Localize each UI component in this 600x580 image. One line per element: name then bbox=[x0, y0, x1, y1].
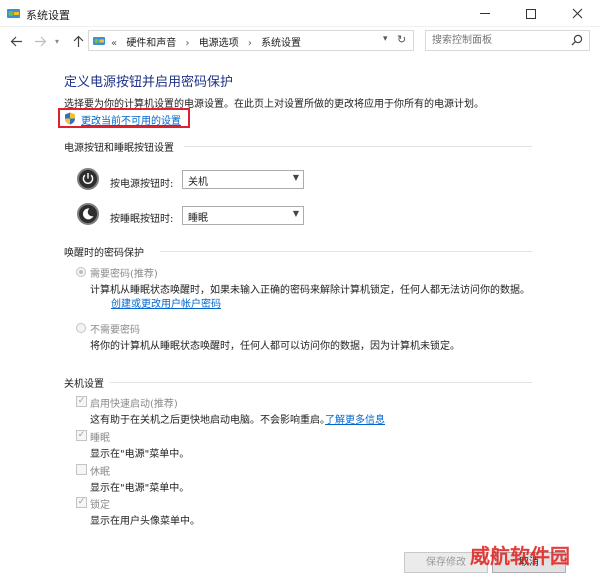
breadcrumb-overflow-icon[interactable]: « bbox=[111, 38, 117, 49]
forward-button[interactable] bbox=[32, 33, 48, 49]
power-button-label: 按电源按钮时: bbox=[110, 179, 174, 190]
close-button[interactable] bbox=[554, 0, 600, 27]
sleep-button-icon bbox=[77, 203, 99, 225]
select-value: 关机 bbox=[188, 177, 208, 188]
minimize-icon bbox=[480, 13, 490, 14]
lock-option-description: 显示在用户头像菜单中。 bbox=[90, 516, 200, 527]
maximize-icon bbox=[526, 8, 536, 19]
no-password-radio[interactable] bbox=[76, 323, 86, 333]
breadcrumb: « 硬件和声音 › 电源选项 › 系统设置 bbox=[111, 34, 307, 49]
checkmark-icon: ✓ bbox=[77, 497, 86, 507]
up-arrow-icon bbox=[73, 35, 83, 47]
control-panel-icon bbox=[7, 9, 20, 18]
checkmark-icon: ✓ bbox=[77, 430, 86, 440]
require-password-radio[interactable] bbox=[76, 267, 86, 277]
lock-checkbox[interactable]: ✓ bbox=[76, 497, 87, 508]
power-button-action-select[interactable]: 关机 ▼ bbox=[182, 170, 304, 189]
breadcrumb-separator-icon[interactable]: › bbox=[186, 38, 190, 49]
change-unavailable-settings-link[interactable]: 更改当前不可用的设置 bbox=[81, 112, 181, 127]
section-title-password: 唤醒时的密码保护 bbox=[64, 248, 144, 259]
learn-more-link[interactable]: 了解更多信息 bbox=[325, 411, 385, 426]
search-input[interactable] bbox=[426, 31, 566, 50]
hibernate-option-description: 显示在"电源"菜单中。 bbox=[90, 483, 190, 494]
uac-shield-icon bbox=[65, 112, 75, 125]
create-password-link[interactable]: 创建或更改用户帐户密码 bbox=[111, 295, 221, 310]
breadcrumb-item[interactable]: 系统设置 bbox=[261, 38, 301, 49]
sleep-option-label: 睡眠 bbox=[90, 433, 110, 444]
section-title-buttons: 电源按钮和睡眠按钮设置 bbox=[64, 143, 174, 154]
watermark: 威航软件园 bbox=[470, 544, 570, 568]
breadcrumb-separator-icon[interactable]: › bbox=[248, 38, 252, 49]
select-value: 睡眠 bbox=[188, 213, 208, 224]
up-button[interactable] bbox=[70, 33, 86, 49]
address-bar[interactable]: « 硬件和声音 › 电源选项 › 系统设置 ▾ ↻ bbox=[88, 30, 414, 51]
address-dropdown-icon[interactable]: ▾ bbox=[383, 34, 388, 44]
sleep-button-label: 按睡眠按钮时: bbox=[110, 214, 174, 225]
recent-locations-button[interactable]: ▾ bbox=[52, 33, 62, 49]
breadcrumb-item[interactable]: 硬件和声音 bbox=[126, 38, 176, 49]
fast-startup-description: 这有助于在关机之后更快地启动电脑。不会影响重启。 bbox=[90, 415, 330, 426]
require-password-description: 计算机从睡眠状态唤醒时，如果未输入正确的密码来解除计算机锁定，任何人都无法访问你… bbox=[90, 285, 530, 296]
checkmark-icon: ✓ bbox=[77, 396, 86, 406]
maximize-button[interactable] bbox=[508, 0, 554, 27]
section-title-shutdown: 关机设置 bbox=[64, 379, 104, 390]
breadcrumb-item[interactable]: 电源选项 bbox=[199, 38, 239, 49]
sleep-button-action-select[interactable]: 睡眠 ▼ bbox=[182, 206, 304, 225]
hibernate-checkbox[interactable] bbox=[76, 464, 87, 475]
hibernate-option-label: 休眠 bbox=[90, 467, 110, 478]
back-button[interactable] bbox=[8, 33, 24, 49]
power-button-icon bbox=[77, 168, 99, 190]
search-box bbox=[425, 30, 590, 51]
no-password-description: 将你的计算机从睡眠状态唤醒时，任何人都可以访问你的数据，因为计算机未锁定。 bbox=[90, 341, 460, 352]
title-bar: 系统设置 bbox=[0, 0, 600, 27]
chevron-down-icon: ▼ bbox=[292, 209, 299, 218]
search-icon[interactable] bbox=[571, 34, 583, 46]
chevron-down-icon: ▾ bbox=[54, 36, 59, 46]
control-panel-icon bbox=[93, 37, 105, 45]
sleep-option-description: 显示在"电源"菜单中。 bbox=[90, 449, 190, 460]
minimize-button[interactable] bbox=[462, 0, 508, 27]
close-icon bbox=[572, 8, 582, 19]
section-divider bbox=[160, 251, 532, 252]
forward-arrow-icon bbox=[34, 36, 46, 46]
navigation-bar: ▾ « 硬件和声音 › 电源选项 › 系统设置 ▾ ↻ bbox=[0, 27, 600, 54]
change-settings-highlight: 更改当前不可用的设置 bbox=[58, 108, 190, 128]
section-divider bbox=[184, 146, 532, 147]
window-title: 系统设置 bbox=[26, 9, 70, 22]
fast-startup-label: 启用快速启动(推荐) bbox=[90, 399, 178, 410]
section-divider bbox=[110, 382, 532, 383]
sleep-checkbox[interactable]: ✓ bbox=[76, 430, 87, 441]
chevron-down-icon: ▼ bbox=[292, 173, 299, 182]
back-arrow-icon bbox=[10, 36, 22, 46]
no-password-label: 不需要密码 bbox=[90, 325, 140, 336]
refresh-icon[interactable]: ↻ bbox=[397, 33, 406, 46]
page-title: 定义电源按钮并启用密码保护 bbox=[64, 75, 234, 90]
require-password-label: 需要密码(推荐) bbox=[90, 269, 158, 280]
lock-option-label: 锁定 bbox=[90, 500, 110, 511]
fast-startup-checkbox[interactable]: ✓ bbox=[76, 396, 87, 407]
